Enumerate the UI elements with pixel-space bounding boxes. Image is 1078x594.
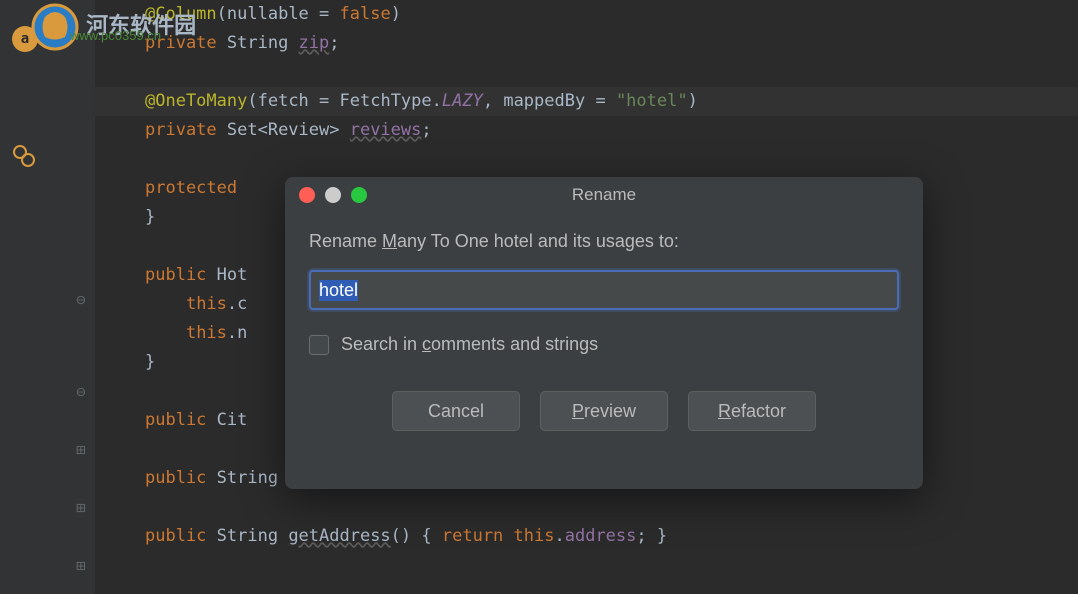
code-line[interactable]: @Column(nullable = false)	[95, 0, 1078, 29]
code-line[interactable]: private String zip;	[95, 29, 1078, 58]
code-line[interactable]: public String getAddress() { return this…	[95, 522, 1078, 551]
gutter-relation-icon[interactable]	[12, 144, 36, 168]
minimize-icon	[325, 187, 341, 203]
code-line[interactable]	[95, 58, 1078, 87]
search-comments-checkbox[interactable]	[309, 335, 329, 355]
fold-toggle[interactable]: ⊞	[72, 498, 90, 517]
editor-gutter: a ⊖ ⊖ ⊞ ⊞ ⊞	[0, 0, 95, 594]
search-comments-label: Search in comments and strings	[341, 334, 598, 355]
rename-input[interactable]	[309, 270, 899, 310]
rename-label: Rename Many To One hotel and its usages …	[309, 231, 899, 252]
dialog-title: Rename	[285, 185, 923, 205]
dialog-titlebar[interactable]: Rename	[285, 177, 923, 213]
refactor-button[interactable]: Refactor	[688, 391, 816, 431]
maximize-icon[interactable]	[351, 187, 367, 203]
watermark-url: www.pc0359.cn	[70, 28, 161, 43]
close-icon[interactable]	[299, 187, 315, 203]
preview-button[interactable]: Preview	[540, 391, 668, 431]
code-line[interactable]: @OneToMany(fetch = FetchType.LAZY, mappe…	[95, 87, 1078, 116]
rename-dialog: Rename Rename Many To One hotel and its …	[285, 177, 923, 489]
fold-toggle[interactable]: ⊞	[72, 556, 90, 575]
fold-toggle[interactable]: ⊞	[72, 440, 90, 459]
watermark-logo: 河东软件园	[30, 2, 196, 52]
fold-toggle[interactable]: ⊖	[72, 290, 90, 309]
cancel-button[interactable]: Cancel	[392, 391, 520, 431]
code-line[interactable]	[95, 145, 1078, 174]
code-line[interactable]: private Set<Review> reviews;	[95, 116, 1078, 145]
fold-toggle[interactable]: ⊖	[72, 382, 90, 401]
code-line[interactable]	[95, 493, 1078, 522]
